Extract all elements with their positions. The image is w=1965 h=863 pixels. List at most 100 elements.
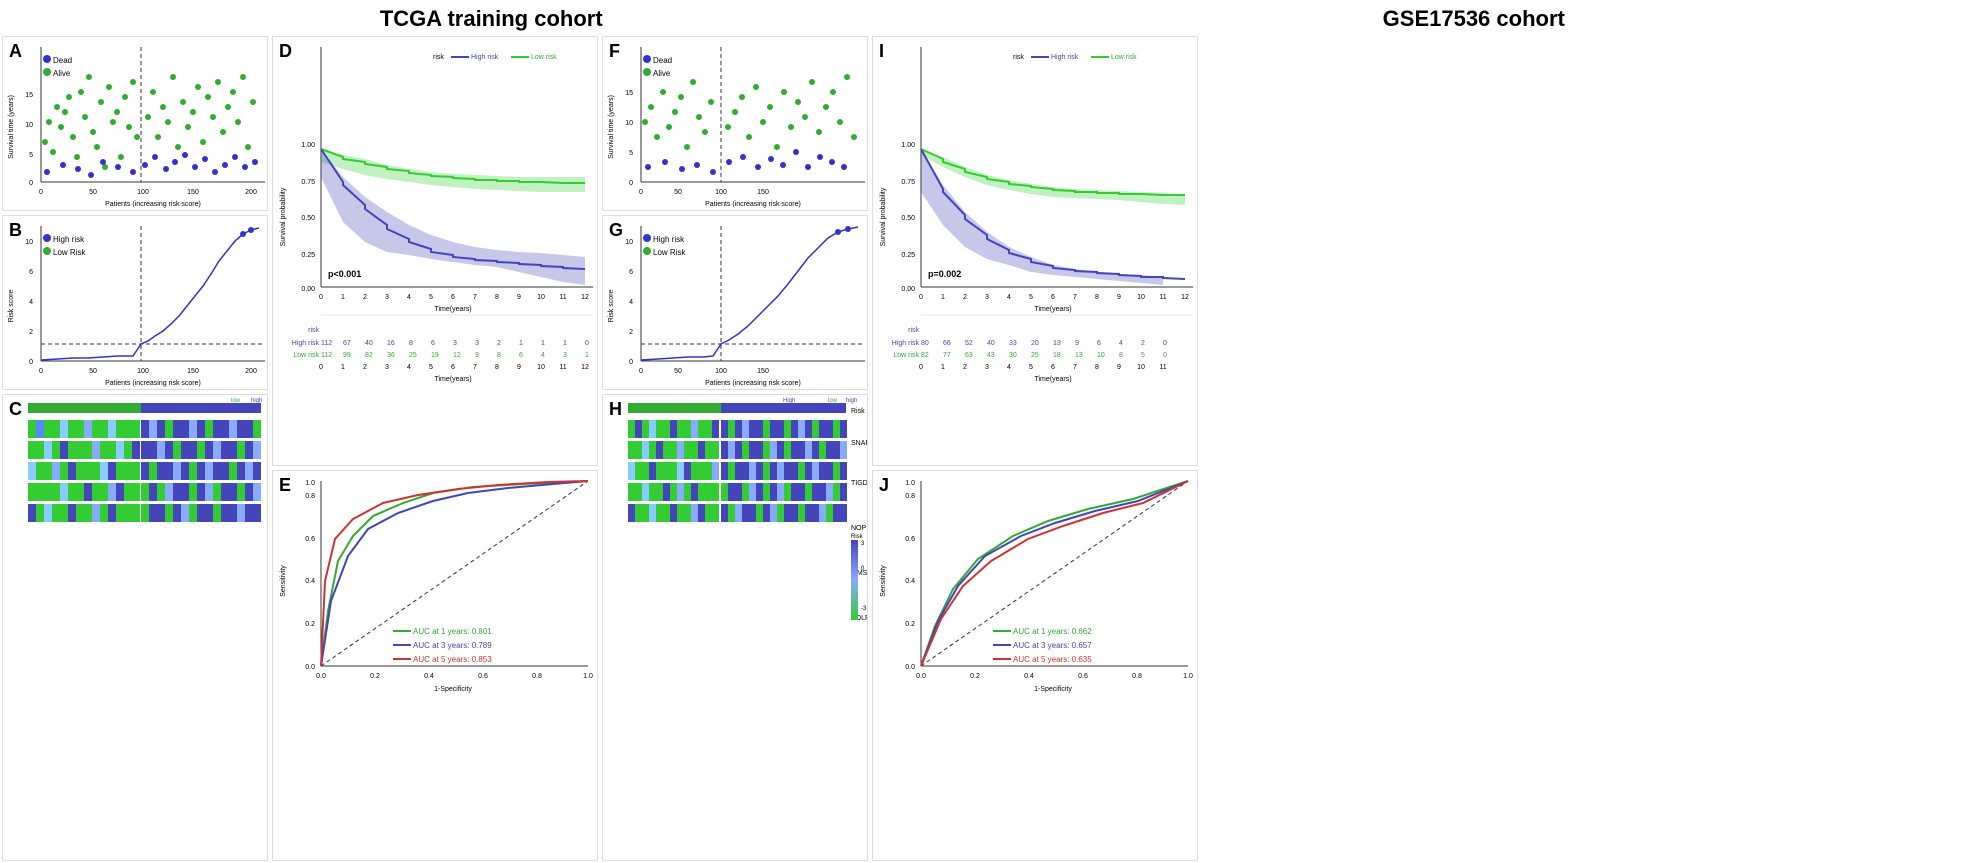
svg-text:10: 10 [1097, 352, 1105, 359]
svg-text:5: 5 [1141, 352, 1145, 359]
svg-text:1.0: 1.0 [905, 480, 915, 487]
svg-text:0: 0 [39, 189, 43, 196]
svg-text:Time(years): Time(years) [1034, 306, 1071, 313]
svg-text:2: 2 [963, 364, 967, 371]
svg-text:6: 6 [29, 269, 33, 276]
svg-text:13: 13 [1053, 340, 1061, 347]
svg-text:Low Risk: Low Risk [53, 248, 86, 257]
svg-text:82: 82 [921, 352, 929, 359]
svg-text:Time(years): Time(years) [434, 376, 471, 383]
svg-text:High risk: High risk [653, 235, 685, 244]
auc-3yr-tcga: AUC at 3 years: 0.789 [413, 641, 492, 650]
svg-text:4: 4 [541, 352, 545, 359]
svg-text:risk: risk [908, 327, 919, 334]
svg-text:3: 3 [985, 364, 989, 371]
svg-text:9: 9 [475, 352, 479, 359]
svg-text:Survival probability: Survival probability [880, 187, 887, 246]
svg-text:150: 150 [757, 189, 769, 196]
svg-text:Survival probability: Survival probability [280, 187, 287, 246]
svg-text:15: 15 [625, 90, 633, 97]
svg-text:Low risk: Low risk [531, 54, 557, 61]
svg-text:43: 43 [987, 352, 995, 359]
svg-text:TIGD1: TIGD1 [851, 480, 868, 487]
svg-text:10: 10 [1137, 364, 1145, 371]
svg-text:77: 77 [943, 352, 951, 359]
svg-text:0.8: 0.8 [532, 673, 542, 680]
svg-text:11: 11 [1159, 364, 1166, 371]
svg-text:8: 8 [1095, 364, 1099, 371]
svg-text:6: 6 [1051, 364, 1055, 371]
svg-text:0.0: 0.0 [305, 664, 315, 671]
svg-text:2: 2 [363, 294, 367, 301]
svg-text:1: 1 [585, 352, 589, 359]
svg-text:15: 15 [25, 92, 33, 99]
svg-text:1: 1 [941, 294, 945, 301]
svg-text:5: 5 [629, 150, 633, 157]
svg-text:Sensitivity: Sensitivity [880, 565, 887, 597]
svg-text:6: 6 [451, 294, 455, 301]
svg-text:100: 100 [715, 368, 727, 375]
svg-text:3: 3 [985, 294, 989, 301]
tcga-title: TCGA training cohort [380, 6, 603, 31]
auc-1yr-tcga: AUC at 1 years: 0.801 [413, 627, 492, 636]
svg-text:Alive: Alive [653, 69, 671, 78]
panel-b-svg: 0 2 4 6 10 0 50 100 150 200 Risk score P… [3, 216, 268, 390]
svg-text:200: 200 [245, 189, 257, 196]
svg-text:5: 5 [429, 364, 433, 371]
svg-text:63: 63 [965, 352, 973, 359]
svg-text:100: 100 [137, 189, 149, 196]
svg-text:0.50: 0.50 [301, 215, 315, 222]
svg-text:12: 12 [1181, 294, 1189, 301]
svg-text:0.8: 0.8 [905, 493, 915, 500]
svg-text:0.0: 0.0 [905, 664, 915, 671]
svg-text:Risk: Risk [851, 408, 865, 415]
panel-i: I 0.00 0.25 0.50 0.75 1.00 0 1 2 3 4 5 [872, 36, 1198, 466]
svg-text:10: 10 [25, 239, 33, 246]
svg-text:Low risk: Low risk [893, 352, 919, 359]
auc-5yr-gse: AUC at 5 years: 0.635 [1013, 655, 1092, 664]
svg-text:Risk: Risk [267, 408, 268, 415]
panel-g-label: G [609, 220, 623, 241]
svg-text:NOP14: NOP14 [267, 525, 268, 532]
svg-text:8: 8 [409, 340, 413, 347]
svg-text:0.4: 0.4 [905, 578, 915, 585]
svg-text:Low Risk: Low Risk [653, 248, 686, 257]
svg-text:3: 3 [453, 340, 457, 347]
svg-text:7: 7 [473, 294, 477, 301]
svg-text:0: 0 [319, 294, 323, 301]
svg-text:1.0: 1.0 [583, 673, 593, 680]
svg-text:100: 100 [715, 189, 727, 196]
svg-text:10: 10 [537, 364, 545, 371]
svg-text:high: high [846, 398, 857, 404]
svg-text:4: 4 [1007, 364, 1011, 371]
svg-text:52: 52 [965, 340, 973, 347]
svg-text:18: 18 [1053, 352, 1061, 359]
svg-text:0: 0 [29, 180, 33, 187]
panel-d-svg: 0.00 0.25 0.50 0.75 1.00 0 1 2 3 4 5 6 7… [273, 37, 598, 466]
svg-text:risk: risk [433, 54, 444, 61]
svg-text:risk: risk [308, 327, 319, 334]
svg-text:4: 4 [407, 364, 411, 371]
gse-title: GSE17536 cohort [1383, 6, 1565, 31]
svg-text:10: 10 [1137, 294, 1145, 301]
svg-text:0.50: 0.50 [901, 215, 915, 222]
svg-text:p=0.002: p=0.002 [928, 269, 961, 279]
svg-text:High: High [783, 398, 795, 404]
svg-text:7: 7 [1073, 294, 1077, 301]
panel-c-svg: Risk SNAPC5 [3, 395, 268, 650]
panel-a-label: A [9, 41, 22, 62]
svg-text:0.2: 0.2 [970, 673, 980, 680]
auc-5yr-tcga: AUC at 5 years: 0.853 [413, 655, 492, 664]
svg-text:11: 11 [559, 364, 566, 371]
header-row: TCGA training cohort GSE17536 cohort [0, 0, 1965, 34]
svg-text:1-Specificity: 1-Specificity [1034, 686, 1072, 693]
svg-text:19: 19 [431, 352, 439, 359]
svg-text:2: 2 [1141, 340, 1145, 347]
svg-text:0: 0 [1163, 352, 1167, 359]
svg-text:High risk: High risk [892, 340, 920, 347]
svg-text:5: 5 [429, 294, 433, 301]
svg-text:Dead: Dead [653, 56, 672, 65]
svg-text:10: 10 [25, 122, 33, 129]
svg-text:9: 9 [1117, 294, 1121, 301]
svg-text:1: 1 [941, 364, 945, 371]
